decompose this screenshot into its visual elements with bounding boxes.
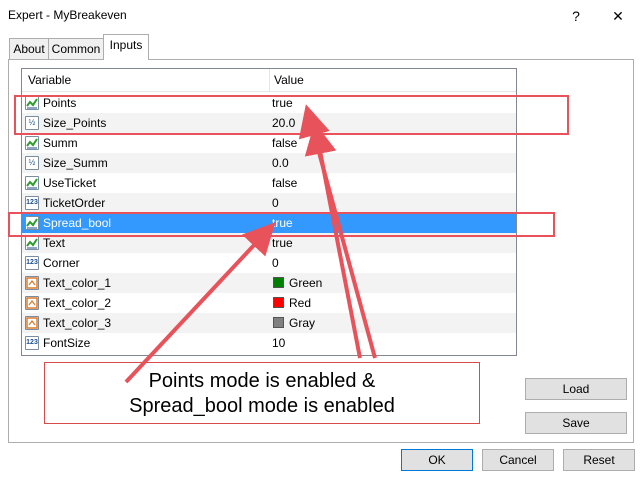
variable-value[interactable]: false [272, 176, 297, 190]
table-row[interactable]: Summ false [22, 133, 516, 153]
color-icon [25, 276, 39, 290]
grid-rows: Points true ½ Size_Points 20.0 Summ false ½ Size… [22, 93, 516, 353]
variable-name: TicketOrder [43, 196, 106, 210]
bool-icon [25, 176, 39, 190]
variable-value[interactable]: 0 [272, 256, 279, 270]
bool-icon [25, 136, 39, 150]
variable-value[interactable]: false [272, 136, 297, 150]
color-icon [25, 296, 39, 310]
variable-name: Text_color_3 [43, 316, 112, 330]
variable-name: Spread_bool [43, 216, 112, 230]
help-icon[interactable]: ? [562, 4, 590, 28]
column-header-value[interactable]: Value [274, 73, 304, 87]
table-row[interactable]: ½ Size_Points 20.0 [22, 113, 516, 133]
grid-header: Variable Value [22, 69, 516, 92]
bool-icon [25, 216, 39, 230]
variable-name: FontSize [43, 336, 91, 350]
color-swatch [273, 277, 284, 288]
double-icon: ½ [25, 116, 39, 130]
table-row[interactable]: 123 Corner 0 [22, 253, 516, 273]
color-swatch [273, 317, 284, 328]
color-swatch [273, 297, 284, 308]
variable-name: Size_Points [43, 116, 107, 130]
table-row[interactable]: Spread_bool true [22, 213, 516, 233]
int-icon: 123 [25, 336, 39, 350]
variable-value[interactable]: Red [289, 296, 311, 310]
column-header-variable[interactable]: Variable [28, 73, 71, 87]
double-icon: ½ [25, 156, 39, 170]
tab-inputs[interactable]: Inputs [103, 34, 149, 60]
variable-value[interactable]: Gray [289, 316, 315, 330]
variable-value[interactable]: 0 [272, 196, 279, 210]
table-row[interactable]: UseTicket false [22, 173, 516, 193]
bool-icon [25, 96, 39, 110]
variable-value[interactable]: true [272, 236, 293, 250]
ok-button[interactable]: OK [401, 449, 473, 471]
table-row[interactable]: Points true [22, 93, 516, 113]
save-button[interactable]: Save [525, 412, 627, 434]
variable-name: Points [43, 96, 77, 110]
variable-name: UseTicket [43, 176, 96, 190]
close-icon[interactable]: ✕ [604, 4, 632, 28]
variable-value[interactable]: 10 [272, 336, 285, 350]
tab-about[interactable]: About [9, 38, 49, 59]
variable-value[interactable]: true [272, 96, 293, 110]
title-bar: Expert - MyBreakeven ? ✕ [0, 0, 640, 32]
table-row[interactable]: 123 FontSize 10 [22, 333, 516, 353]
table-row[interactable]: Text true [22, 233, 516, 253]
annotation-line-2: Spread_bool mode is enabled [129, 395, 395, 417]
annotation-line-1: Points mode is enabled & [148, 370, 376, 392]
inputs-grid: Variable Value Points true ½ Size_Points 20.… [21, 68, 517, 356]
table-row[interactable]: 123 TicketOrder 0 [22, 193, 516, 213]
column-separator[interactable] [269, 69, 270, 91]
variable-value[interactable]: true [272, 216, 293, 230]
variable-name: Text [43, 236, 66, 250]
variable-name: Corner [43, 256, 80, 270]
variable-name: Text_color_1 [43, 276, 112, 290]
bool-icon [25, 236, 39, 250]
color-icon [25, 316, 39, 330]
table-row[interactable]: Text_color_1 Green [22, 273, 516, 293]
tab-common[interactable]: Common [48, 38, 104, 59]
table-row[interactable]: Text_color_3 Gray [22, 313, 516, 333]
table-row[interactable]: ½ Size_Summ 0.0 [22, 153, 516, 173]
reset-button[interactable]: Reset [563, 449, 635, 471]
load-button[interactable]: Load [525, 378, 627, 400]
tab-strip: About Common Inputs [0, 32, 640, 60]
cancel-button[interactable]: Cancel [482, 449, 554, 471]
variable-value[interactable]: 0.0 [272, 156, 289, 170]
int-icon: 123 [25, 196, 39, 210]
variable-value[interactable]: Green [289, 276, 322, 290]
variable-name: Size_Summ [43, 156, 108, 170]
table-row[interactable]: Text_color_2 Red [22, 293, 516, 313]
variable-name: Summ [43, 136, 78, 150]
int-icon: 123 [25, 256, 39, 270]
annotation-callout: Points mode is enabled & Spread_bool mod… [44, 362, 480, 424]
variable-value[interactable]: 20.0 [272, 116, 295, 130]
window-title: Expert - MyBreakeven [8, 8, 127, 22]
variable-name: Text_color_2 [43, 296, 112, 310]
